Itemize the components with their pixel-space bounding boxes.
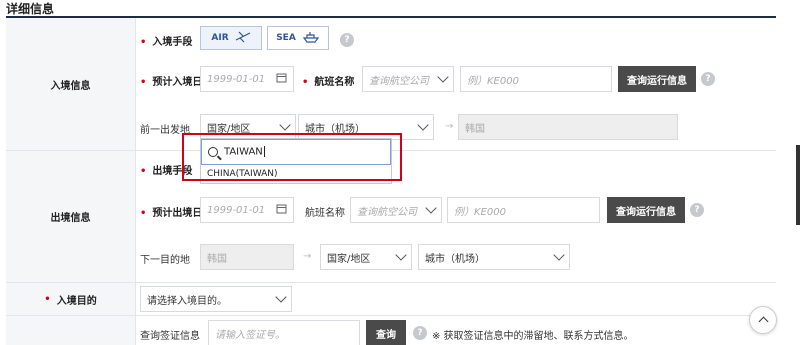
exit-next-label: 下一目的地 [140,255,190,266]
arrow-right-icon: → [303,251,312,262]
exit-query-button[interactable]: 查询运行信息 [607,197,685,223]
required-mark: • [44,293,51,305]
visa-label: 查询签证信息 [140,331,200,342]
chevron-down-icon [275,291,287,303]
purpose-label: 入境目的 [56,295,97,307]
entry-info-header: 入境信息 [6,18,136,150]
exit-airline-select[interactable]: 查询航空公司 [350,197,442,223]
visa-number-input[interactable]: 请输入签证号。 [208,320,360,345]
scroll-to-top-button[interactable] [749,306,777,334]
exit-country-select[interactable]: 国家/地区 [320,244,412,270]
chevron-down-icon [417,119,429,131]
exit-info-label: 出境信息 [50,213,91,224]
exit-info-header: 出境信息 [6,151,136,282]
exit-date-input[interactable]: 1999-01-01 [200,197,294,223]
help-icon[interactable]: ? [413,326,427,340]
sea-mode-button[interactable]: SEA [267,26,329,50]
exit-flight-label: 航班名称 [305,208,345,219]
entry-query-button[interactable]: 查询运行信息 [618,66,696,92]
section-title: 详细信息 [6,2,55,16]
chevron-down-icon [437,71,449,83]
exit-city-select[interactable]: 城市（机场） [418,244,570,270]
air-mode-button[interactable]: AIR [200,26,262,50]
exit-flight-input[interactable]: 例）KE000 [447,197,600,223]
purpose-select[interactable]: 请选择入境目的。 [140,286,292,312]
entry-airline-select[interactable]: 查询航空公司 [362,66,454,92]
airplane-icon [235,31,251,46]
purpose-header: • 入境目的 [6,283,136,315]
help-icon[interactable]: ? [690,203,704,217]
visa-note: ※ 获取签证信息中的滞留地、联系方式信息。 [432,331,634,342]
entry-flight-input[interactable]: 例）KE000 [460,66,612,92]
entry-info-label: 入境信息 [50,80,91,92]
chevron-down-icon [395,249,407,261]
exit-origin-field: 韩国 [200,244,294,270]
entry-date-input[interactable]: 1999-01-01 [200,66,294,92]
highlight-box [182,133,402,181]
help-icon[interactable]: ? [340,33,354,47]
sea-label: SEA [276,33,296,43]
scrollbar[interactable] [796,145,800,225]
chevron-down-icon [553,249,565,261]
help-icon[interactable]: ? [701,72,715,86]
entry-mode-label: • 入境手段 [140,37,193,48]
arrow-right-icon: → [445,121,454,132]
calendar-icon[interactable] [276,203,287,217]
chevron-down-icon [279,119,291,131]
entry-date-label: • 预计入境日 [140,77,203,88]
calendar-icon[interactable] [276,72,287,86]
exit-date-label: • 预计出境日 [140,208,203,219]
entry-flight-label: • 航班名称 [302,77,355,88]
chevron-down-icon [425,202,437,214]
air-label: AIR [211,33,229,43]
visa-query-button[interactable]: 查询 [366,320,406,345]
entry-destination-field: 韩国 [458,114,678,140]
ship-icon [302,31,320,46]
visa-header [6,316,136,345]
chevron-up-icon [758,316,768,327]
